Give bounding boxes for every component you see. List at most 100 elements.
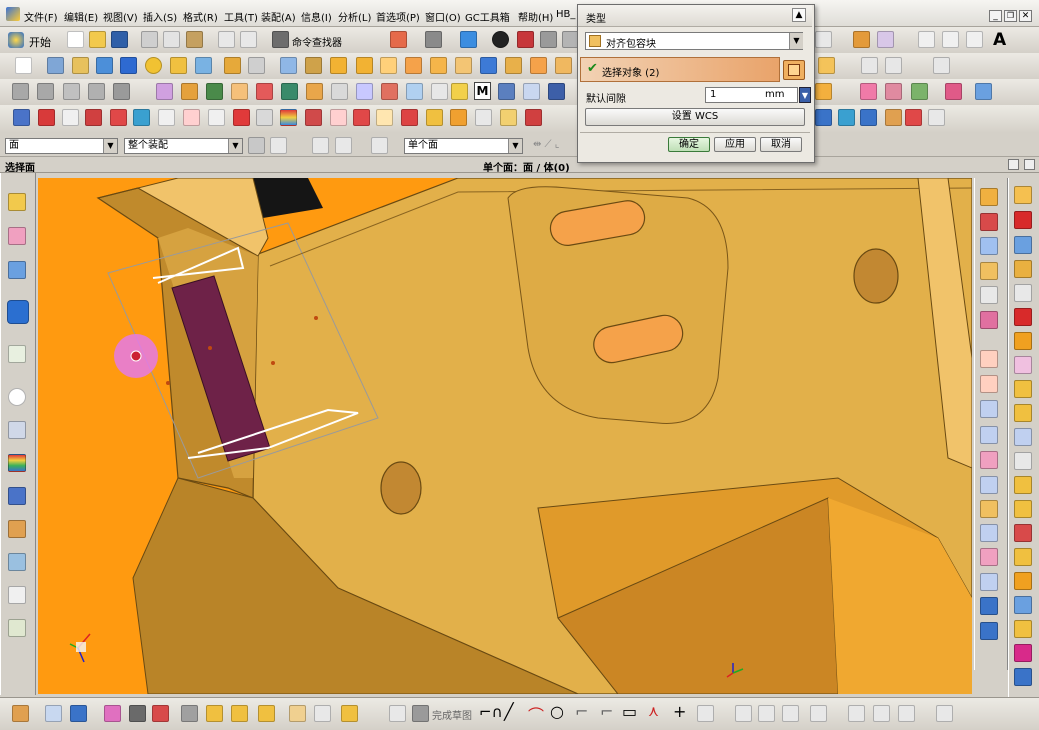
polygon-icon[interactable]: ⋏ [648, 702, 659, 720]
analysis-21-icon[interactable] [500, 109, 517, 126]
mold-tool-20-icon[interactable] [523, 83, 540, 100]
bottom-tool-5-icon[interactable] [129, 705, 146, 722]
training-icon[interactable] [8, 619, 26, 637]
clock-icon[interactable] [8, 388, 26, 406]
replace-face-icon[interactable] [885, 57, 902, 74]
curve-icon[interactable] [815, 31, 832, 48]
wcs-icon[interactable] [460, 31, 477, 48]
assembly-navigator-icon[interactable] [8, 193, 26, 211]
arc-icon[interactable] [942, 31, 959, 48]
dimension-icon[interactable] [873, 705, 890, 722]
rt2-tool-4-icon[interactable] [1014, 260, 1032, 278]
render-style-icon[interactable] [425, 31, 442, 48]
chamfer-icon[interactable] [356, 57, 373, 74]
quick-trim-icon[interactable] [735, 705, 752, 722]
scale-icon[interactable] [455, 57, 472, 74]
mold-tool-9-icon[interactable] [231, 83, 248, 100]
rt2-tool-2-icon[interactable] [1014, 211, 1032, 229]
mold-tool-5-icon[interactable] [113, 83, 130, 100]
draft-icon[interactable] [405, 57, 422, 74]
apply-button[interactable]: 应用 [714, 137, 756, 152]
rt1-tool-10-icon[interactable] [980, 426, 998, 444]
bottom-tool-7-icon[interactable] [181, 705, 198, 722]
intersect-icon[interactable] [280, 57, 297, 74]
point-icon[interactable]: + [673, 702, 686, 721]
analysis-3-icon[interactable] [62, 109, 79, 126]
command-finder-button[interactable]: 命令查找器 [292, 34, 342, 49]
journal-icon[interactable] [8, 586, 26, 604]
mold-tool-14-icon[interactable] [356, 83, 373, 100]
bottom-tool-12-icon[interactable] [314, 705, 331, 722]
mold-tool-7-icon[interactable] [181, 83, 198, 100]
save-icon[interactable] [111, 31, 128, 48]
selection-scope-select[interactable]: 整个装配 ▼ [124, 138, 243, 154]
close-button[interactable]: ✕ [1019, 10, 1032, 22]
rt2-tool-21-icon[interactable] [1014, 668, 1032, 686]
rt1-tool-2-icon[interactable] [980, 213, 998, 231]
mold-tool-26-icon[interactable] [945, 83, 962, 100]
line-icon[interactable]: ╱ [504, 702, 514, 721]
finish-sketch-icon[interactable] [412, 705, 429, 722]
mold-tool-23-icon[interactable] [860, 83, 877, 100]
offset-face-icon[interactable] [430, 57, 447, 74]
profile-icon[interactable]: ⌐∩ [479, 703, 503, 721]
offset-input[interactable]: 1 mm [705, 87, 798, 103]
rt1-tool-16-icon[interactable] [980, 573, 998, 591]
analysis-11-icon[interactable] [256, 109, 273, 126]
rt1-tool-8-icon[interactable] [980, 375, 998, 393]
rt1-tool-17-icon[interactable] [980, 597, 998, 615]
constraint-navigator-icon[interactable] [8, 227, 26, 245]
chamfer-icon[interactable]: ⌐ [600, 702, 613, 721]
analysis-23-icon[interactable] [815, 109, 832, 126]
measure-icon[interactable] [853, 31, 870, 48]
chevron-down-icon[interactable]: ▼ [508, 139, 522, 153]
layer-icon[interactable] [540, 31, 557, 48]
analysis-12-icon[interactable] [280, 109, 297, 126]
line-icon[interactable] [918, 31, 935, 48]
face-rule-select[interactable]: 单个面 ▼ [404, 138, 523, 154]
mold-tool-4-icon[interactable] [88, 83, 105, 100]
reuse-library-icon[interactable] [8, 421, 26, 439]
menu-insert[interactable]: 插入(S) [143, 9, 177, 24]
mold-tool-25-icon[interactable] [911, 83, 928, 100]
menu-preferences[interactable]: 首选项(P) [376, 9, 420, 24]
cancel-button[interactable]: 取消 [760, 137, 802, 152]
analysis-25-icon[interactable] [860, 109, 877, 126]
rt2-tool-20-icon[interactable] [1014, 644, 1032, 662]
sketch-icon[interactable] [389, 705, 406, 722]
section-icon[interactable] [517, 31, 534, 48]
thread-icon[interactable] [530, 57, 547, 74]
rt1-tool-1-icon[interactable] [980, 188, 998, 206]
chevron-down-icon[interactable]: ▼ [789, 33, 803, 49]
rt2-tool-13-icon[interactable] [1014, 476, 1032, 494]
analysis-4-icon[interactable] [85, 109, 102, 126]
shell-icon[interactable] [380, 57, 397, 74]
ok-button[interactable]: 确定 [668, 137, 710, 152]
analysis-17-icon[interactable] [401, 109, 418, 126]
rt2-tool-5-icon[interactable] [1014, 284, 1032, 302]
part-navigator-icon[interactable] [8, 261, 26, 279]
rt2-tool-17-icon[interactable] [1014, 572, 1032, 590]
analysis-16-icon[interactable] [376, 109, 393, 126]
analysis-14-icon[interactable] [330, 109, 347, 126]
mirror-icon[interactable] [505, 57, 522, 74]
text-icon[interactable]: A [993, 30, 1006, 50]
mold-tool-13-icon[interactable] [331, 83, 348, 100]
rt1-tool-6-icon[interactable] [980, 311, 998, 329]
snap-options-bar[interactable]: ⇹ ⟋ ⌞ [533, 139, 578, 152]
analysis-24-icon[interactable] [838, 109, 855, 126]
analysis-6-icon[interactable] [133, 109, 150, 126]
menu-window[interactable]: 窗口(O) [425, 9, 461, 24]
auto-constrain-icon[interactable] [848, 705, 865, 722]
constraints-icon[interactable] [810, 705, 827, 722]
subtract-icon[interactable] [248, 57, 265, 74]
analysis-26-icon[interactable] [885, 109, 902, 126]
status-close-icon[interactable] [1024, 159, 1035, 170]
revolve-icon[interactable] [72, 57, 89, 74]
binoculars-icon[interactable] [272, 31, 289, 48]
mold-tool-16-icon[interactable] [406, 83, 423, 100]
rt1-tool-3-icon[interactable] [980, 237, 998, 255]
mold-tool-21-icon[interactable] [548, 83, 565, 100]
menu-tools[interactable]: 工具(T) [224, 9, 258, 24]
grid-icon[interactable] [877, 31, 894, 48]
